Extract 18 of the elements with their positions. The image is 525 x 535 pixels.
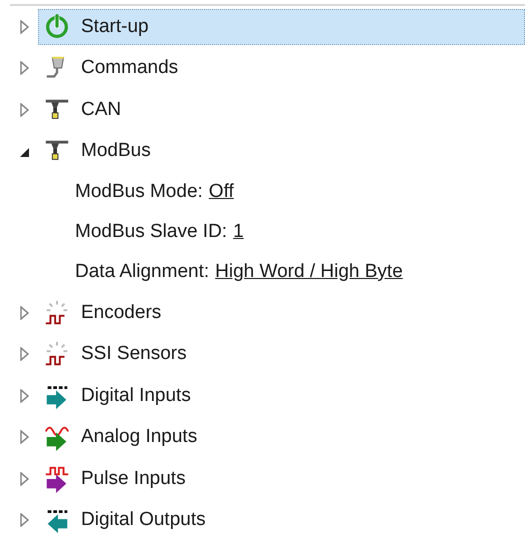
tree-item[interactable]: Digital Outputs — [38, 502, 525, 535]
property-value-link[interactable]: Off — [208, 181, 234, 203]
arrow-right-icon — [43, 464, 71, 493]
tree-item[interactable]: Encoders — [38, 294, 525, 331]
property-value-link[interactable]: High Word / High Byte — [215, 261, 403, 283]
tree-item[interactable]: Digital Inputs — [38, 378, 525, 414]
property-value-link[interactable]: 1 — [233, 221, 244, 243]
tree-item[interactable]: SSI Sensors — [38, 336, 525, 372]
property-label: ModBus Slave ID: — [75, 221, 228, 243]
tree-item[interactable]: CAN — [38, 92, 525, 128]
tree-item[interactable]: Pulse Inputs — [38, 460, 525, 497]
tree-item[interactable]: ModBus — [38, 133, 525, 170]
property-label: Data Alignment: — [75, 261, 210, 283]
property-label: ModBus Mode: — [75, 181, 203, 203]
tree-item[interactable]: Analog Inputs — [38, 419, 525, 456]
tree-item[interactable]: Commands — [38, 50, 525, 86]
power-icon — [43, 12, 71, 41]
tree-item[interactable]: Start-up — [38, 8, 525, 45]
